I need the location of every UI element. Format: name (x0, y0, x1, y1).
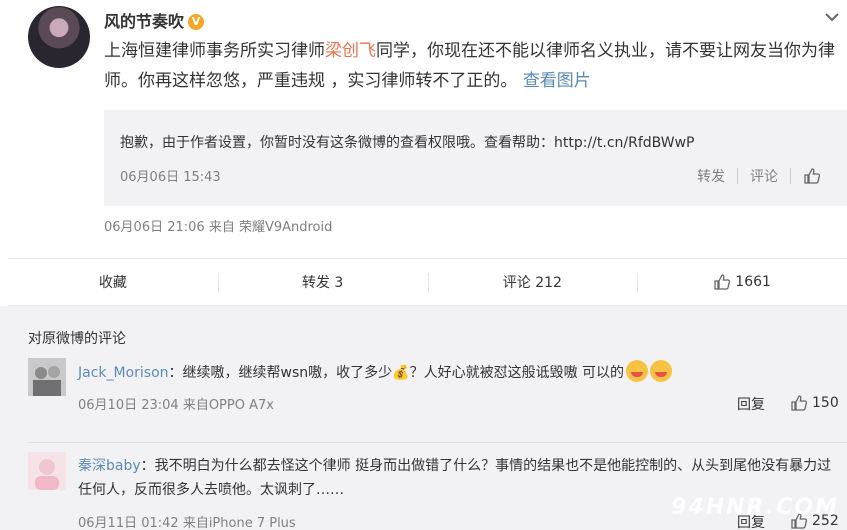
thumbs-up-icon (714, 274, 731, 290)
post-meta: 06月06日 21:06 来自 荣耀V9Android (104, 220, 333, 235)
author-name-text[interactable]: 风的节奏吹 (104, 12, 184, 31)
comment-username[interactable]: Jack_Morison (78, 365, 169, 381)
comment-like-count: 150 (812, 395, 839, 411)
comments-section: 对原微博的评论 Jack_Morison：继续嗷，继续帮wsn嗷，收了多少💰？人… (0, 306, 847, 530)
divider (737, 168, 738, 184)
comment-time: 06月10日 23:04 来自OPPO A7x (78, 398, 274, 413)
comment-text: ：继续嗷，继续帮wsn嗷，收了多少💰？人好心就被怼这般诋毁嗷 可以的 (168, 365, 625, 381)
comment-body: Jack_Morison：继续嗷，继续帮wsn嗷，收了多少💰？人好心就被怼这般诋… (78, 360, 838, 385)
favorite-label: 收藏 (98, 275, 127, 291)
verified-badge-icon: V (188, 14, 205, 30)
forward-button[interactable]: 转发 3 (217, 259, 428, 305)
emoji-icon (626, 360, 649, 382)
quoted-post: 抱歉，由于作者设置，你暂时没有这条微博的查看权限哦。查看帮助：http://t.… (104, 110, 847, 206)
comment-username[interactable]: 秦深baby (78, 458, 141, 474)
divider (790, 168, 791, 184)
watermark: 94HNR.COM (671, 495, 839, 520)
reply-button[interactable]: 回复 (737, 394, 765, 414)
chevron-down-icon[interactable] (823, 8, 841, 26)
post-text: 上海恒建律师事务所实习律师梁创飞同学，你现在还不能以律师名义执业，请不要让网友当… (104, 36, 836, 96)
mention-link[interactable]: 梁创飞 (325, 41, 376, 61)
comment-text: ：我不明白为什么都去怪这个律师 挺身而出做错了什么？事情的结果也不是他能控制的、… (78, 458, 832, 498)
like-count: 1661 (735, 274, 771, 290)
favorite-button[interactable]: 收藏 (8, 259, 218, 305)
comment-label: 评论 212 (502, 275, 562, 291)
comment-divider (28, 442, 847, 443)
author-name[interactable]: 风的节奏吹 V (104, 8, 205, 32)
commenter-avatar[interactable] (28, 358, 66, 396)
comment-like-button[interactable]: 150 (790, 394, 839, 412)
emoji-icon (650, 360, 673, 382)
comment-button[interactable]: 评论 212 (427, 259, 638, 305)
thumbs-up-icon[interactable] (803, 167, 821, 185)
thumbs-up-icon (791, 395, 808, 411)
quote-forward-button[interactable]: 转发 (697, 166, 725, 186)
comments-title: 对原微博的评论 (28, 331, 126, 347)
view-image-link[interactable]: 查看图片 (523, 71, 591, 91)
commenter-avatar[interactable] (28, 452, 66, 490)
post-text-before: 上海恒建律师事务所实习律师 (104, 41, 325, 61)
like-button[interactable]: 1661 (637, 259, 847, 305)
forward-label: 转发 3 (301, 275, 344, 291)
quoted-post-text: 抱歉，由于作者设置，你暂时没有这条微博的查看权限哦。查看帮助：http://t.… (120, 135, 695, 151)
comment-time: 06月11日 01:42 来自iPhone 7 Plus (78, 516, 296, 530)
quote-comment-button[interactable]: 评论 (750, 166, 778, 186)
quoted-post-actions: 转发 评论 (697, 166, 821, 186)
post-action-bar: 收藏 转发 3 评论 212 1661 (8, 258, 847, 306)
quoted-post-time[interactable]: 06月06日 15:43 (120, 166, 221, 185)
weibo-post: 风的节奏吹 V 上海恒建律师事务所实习律师梁创飞同学，你现在还不能以律师名义执业，… (0, 0, 847, 258)
author-avatar[interactable] (28, 6, 90, 68)
